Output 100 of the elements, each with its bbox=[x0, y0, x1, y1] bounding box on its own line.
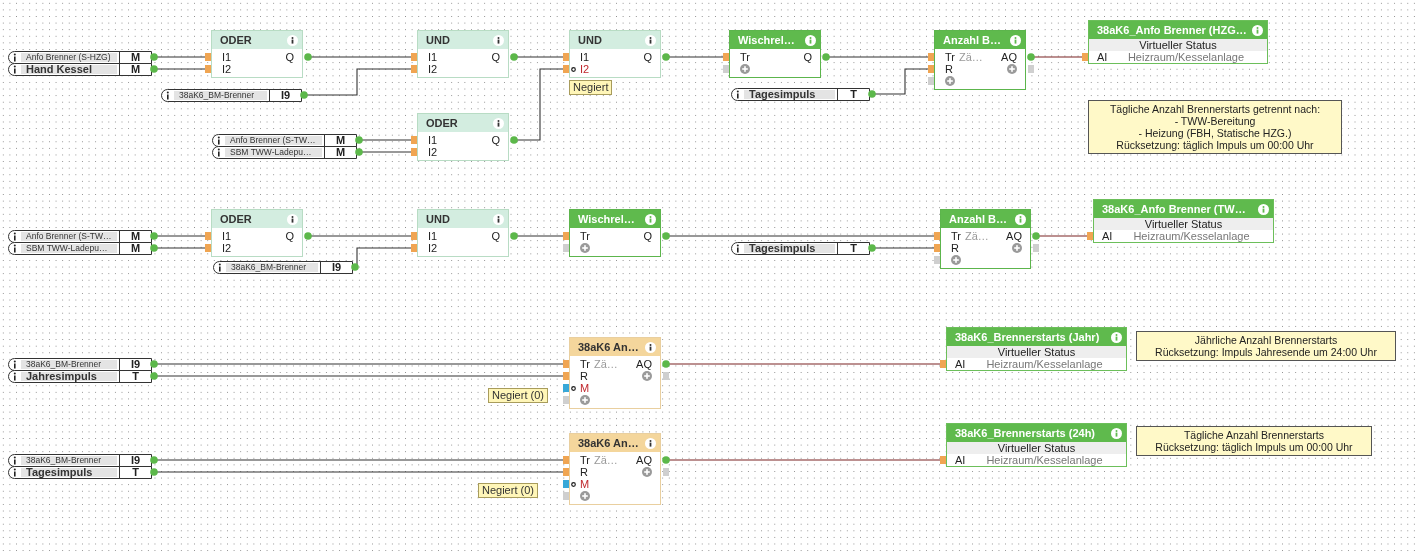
info-icon bbox=[12, 467, 18, 477]
function-block[interactable]: UND I1 Q I2 bbox=[417, 30, 509, 78]
block-subtitle: Virtueller Status bbox=[947, 442, 1126, 454]
status-block[interactable]: 38aK6_Brennerstarts (24h) Virtueller Status AI Heizraum/Kesselanlage bbox=[946, 423, 1127, 467]
input-port-icon bbox=[1087, 232, 1093, 240]
comment-note: Tägliche Anzahl Brennerstarts getrennt nach: - TWW-Bereitung - Heizung (FBH, Statische HZG.) Rücksetzung: täglich Impuls um 00:00 Uhr bbox=[1088, 100, 1342, 154]
block-title: UND bbox=[426, 211, 450, 227]
input-name: SBM TWW-Ladepu… bbox=[21, 243, 117, 253]
memory-input[interactable]: Tagesimpuls T bbox=[731, 87, 870, 101]
info-icon bbox=[12, 64, 18, 74]
info-icon bbox=[287, 213, 298, 225]
output-port-icon bbox=[662, 232, 670, 240]
port-label: Q bbox=[491, 228, 500, 244]
info-icon bbox=[645, 34, 656, 46]
comment-note: Jährliche Anzahl Brennerstarts Rücksetzung: Impuls Jahresende um 24:00 Uhr bbox=[1136, 331, 1396, 361]
port-label: Tr bbox=[580, 228, 590, 244]
memory-input[interactable]: Anfo Brenner (S-HZG) M bbox=[8, 50, 152, 64]
negation-label: Negiert bbox=[569, 80, 613, 95]
function-block[interactable]: Wischrel… Tr Q bbox=[729, 30, 821, 78]
block-title: UND bbox=[426, 32, 450, 48]
port-label: Q bbox=[643, 49, 652, 65]
function-block[interactable]: Anzahl B… Tr Zä… AQ R bbox=[940, 209, 1031, 269]
input-name: Tagesimpuls bbox=[744, 243, 835, 253]
info-icon bbox=[165, 90, 171, 100]
output-port-icon bbox=[304, 232, 312, 240]
info-icon bbox=[216, 147, 222, 157]
parameter-text: Zä… bbox=[959, 50, 983, 63]
info-icon bbox=[217, 262, 223, 272]
port-label: AQ bbox=[1006, 228, 1022, 244]
info-icon bbox=[1252, 24, 1263, 36]
block-title: Wischrel… bbox=[578, 211, 635, 227]
function-block[interactable]: 38aK6 An… Tr Zä… AQ R M bbox=[569, 337, 661, 409]
output-port-icon bbox=[304, 53, 312, 61]
output-port-icon bbox=[662, 53, 670, 61]
status-block[interactable]: 38aK6_Brennerstarts (Jahr) Virtueller Status AI Heizraum/Kesselanlage bbox=[946, 327, 1127, 371]
function-block[interactable]: UND I1 Q I2 bbox=[417, 209, 509, 257]
input-name: Anfo Brenner (S-HZG) bbox=[21, 52, 117, 62]
info-icon bbox=[645, 213, 656, 225]
output-port-icon bbox=[510, 53, 518, 61]
info-icon bbox=[735, 89, 741, 99]
block-title: 38aK6_Brennerstarts (24h) bbox=[955, 425, 1095, 441]
memory-input[interactable]: Anfo Brenner (S-TW… M bbox=[8, 229, 152, 243]
parameter-text: Zä… bbox=[594, 357, 618, 370]
block-title: Anzahl B… bbox=[949, 211, 1008, 227]
input-name: 38aK6_BM-Brenner bbox=[174, 90, 267, 100]
info-icon bbox=[1015, 213, 1026, 225]
status-block[interactable]: 38aK6_Anfo Brenner (HZG… Virtueller Status AI Heizraum/Kesselanlage bbox=[1088, 20, 1268, 64]
function-block[interactable]: Wischrel… Tr Q bbox=[569, 209, 661, 257]
input-name: Tagesimpuls bbox=[21, 467, 117, 477]
function-block[interactable]: ODER I1 Q I2 bbox=[211, 209, 303, 257]
info-icon bbox=[12, 371, 18, 381]
input-name: Tagesimpuls bbox=[744, 89, 835, 99]
block-title: Anzahl B… bbox=[943, 32, 1002, 48]
room-name: Heizraum/Kesselanlage bbox=[1132, 230, 1251, 242]
info-icon bbox=[12, 243, 18, 253]
input-port-icon bbox=[1082, 53, 1088, 61]
port-label: Q bbox=[285, 49, 294, 65]
memory-input[interactable]: 38aK6_BM-Brenner I9 bbox=[213, 260, 353, 274]
status-block[interactable]: 38aK6_Anfo Brenner (TW… Virtueller Status AI Heizraum/Kesselanlage bbox=[1093, 199, 1274, 243]
block-title: 38aK6_Anfo Brenner (HZG… bbox=[1097, 22, 1247, 38]
input-name: SBM TWW-Ladepu… bbox=[225, 147, 322, 157]
function-block[interactable]: Anzahl B… Tr Zä… AQ R bbox=[934, 30, 1026, 90]
block-subtitle: Virtueller Status bbox=[1094, 218, 1273, 230]
comment-note: Tägliche Anzahl Brennerstarts Rücksetzung: täglich Impuls um 00:00 Uhr bbox=[1136, 426, 1372, 456]
block-subtitle: Virtueller Status bbox=[1089, 39, 1267, 51]
port-label: AQ bbox=[636, 356, 652, 372]
function-block[interactable]: ODER I1 Q I2 bbox=[211, 30, 303, 78]
port-label: AI bbox=[954, 358, 967, 370]
room-name: Heizraum/Kesselanlage bbox=[985, 454, 1104, 466]
info-icon bbox=[12, 52, 18, 62]
function-block[interactable]: UND I1 Q I2 bbox=[569, 30, 661, 78]
output-port-icon bbox=[868, 90, 876, 98]
negation-label: Negiert (0) bbox=[478, 483, 538, 498]
memory-input[interactable]: 38aK6_BM-Brenner I9 bbox=[161, 88, 302, 102]
input-port-icon bbox=[940, 360, 946, 368]
output-port-icon bbox=[351, 263, 359, 271]
info-icon bbox=[493, 117, 504, 129]
info-icon bbox=[493, 34, 504, 46]
port-label: AQ bbox=[636, 452, 652, 468]
info-icon bbox=[645, 341, 656, 353]
output-port-icon bbox=[822, 53, 830, 61]
port-label: AI bbox=[954, 454, 967, 466]
block-title: ODER bbox=[220, 32, 252, 48]
room-name: Heizraum/Kesselanlage bbox=[985, 358, 1104, 370]
output-port-icon bbox=[510, 136, 518, 144]
memory-input[interactable]: 38aK6_BM-Brenner I9 bbox=[8, 453, 152, 467]
memory-input[interactable]: Anfo Brenner (S-TW… M bbox=[212, 133, 357, 147]
info-icon bbox=[735, 243, 741, 253]
memory-input[interactable]: 38aK6_BM-Brenner I9 bbox=[8, 357, 152, 371]
block-title: ODER bbox=[426, 115, 458, 131]
function-block[interactable]: ODER I1 Q I2 bbox=[417, 113, 509, 161]
memory-input[interactable]: Tagesimpuls T bbox=[731, 241, 870, 255]
block-title: 38aK6_Brennerstarts (Jahr) bbox=[955, 329, 1100, 345]
port-label: Q bbox=[643, 228, 652, 244]
input-name: Hand Kessel bbox=[21, 64, 117, 74]
output-port-icon bbox=[868, 244, 876, 252]
function-block[interactable]: 38aK6 An… Tr Zä… AQ R M bbox=[569, 433, 661, 505]
input-port-icon bbox=[940, 456, 946, 464]
parameter-text: Zä… bbox=[594, 453, 618, 466]
input-name: 38aK6_BM-Brenner bbox=[21, 455, 117, 465]
